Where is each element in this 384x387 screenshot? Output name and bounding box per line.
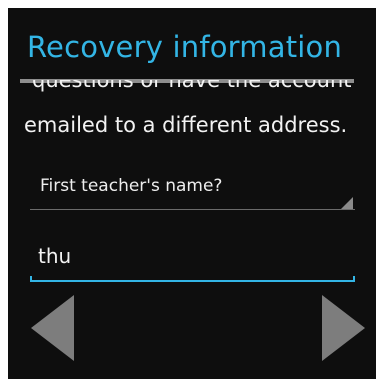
- spinner-underline: [30, 209, 355, 210]
- page-title: Recovery information: [27, 30, 343, 64]
- recovery-screen: Recovery information questions or have t…: [8, 8, 376, 379]
- security-question-spinner[interactable]: First teacher's name?: [30, 170, 355, 210]
- description-clipped-text: questions or have the account: [32, 80, 352, 92]
- dropdown-arrow-icon: [341, 197, 353, 209]
- security-answer-value: thu: [38, 244, 72, 268]
- answer-underline-tick-right: [353, 276, 355, 282]
- description-text: emailed to a different address.: [24, 113, 348, 137]
- answer-underline-tick-left: [30, 276, 32, 282]
- security-answer-input[interactable]: thu: [30, 236, 355, 282]
- security-question-label: First teacher's name?: [40, 176, 223, 196]
- arrow-right-icon: [322, 295, 365, 361]
- answer-underline: [30, 280, 355, 282]
- next-button[interactable]: [322, 293, 367, 363]
- description-clipped: questions or have the account: [32, 80, 362, 94]
- arrow-left-icon: [31, 295, 74, 361]
- previous-button[interactable]: [31, 293, 76, 363]
